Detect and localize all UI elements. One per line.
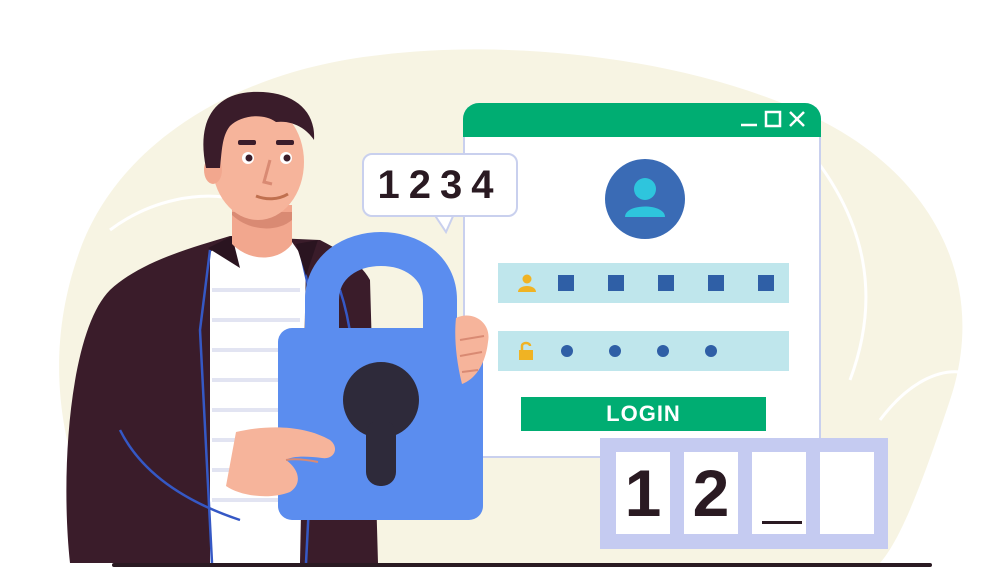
pin-input-cursor [762, 521, 802, 524]
pin-entry-panel: 1 2 [600, 438, 888, 549]
pin-digit-box[interactable] [752, 452, 806, 534]
pin-digit-box[interactable]: 2 [684, 452, 738, 534]
pin-digit-box[interactable]: 1 [616, 452, 670, 534]
ground-line [112, 563, 932, 567]
pin-digit: 1 [624, 456, 662, 530]
pin-digit: 2 [692, 456, 730, 530]
pin-digit-box[interactable] [820, 452, 874, 534]
illustration-stage: LOGIN 1234 1 2 [0, 0, 1000, 583]
